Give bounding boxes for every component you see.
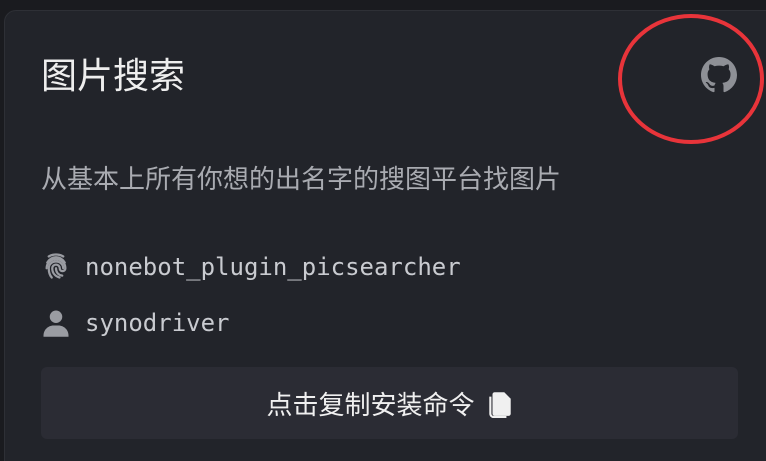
github-icon — [701, 57, 737, 93]
card-description: 从基本上所有你想的出名字的搜图平台找图片 — [41, 165, 562, 195]
plugin-card: 图片搜索 从基本上所有你想的出名字的搜图平台找图片 nonebot_plugin… — [4, 10, 766, 461]
user-icon — [41, 308, 71, 338]
fingerprint-icon — [41, 252, 71, 282]
plugin-name-row: nonebot_plugin_picsearcher — [41, 252, 461, 282]
copy-install-command-button[interactable]: 点击复制安装命令 — [41, 367, 738, 439]
author-row: synodriver — [41, 308, 230, 338]
plugin-name: nonebot_plugin_picsearcher — [85, 253, 461, 281]
copy-icon — [487, 388, 513, 418]
copy-button-label: 点击复制安装命令 — [266, 390, 475, 421]
github-link[interactable] — [701, 57, 737, 93]
author-name: synodriver — [85, 309, 230, 337]
card-title: 图片搜索 — [41, 56, 186, 97]
